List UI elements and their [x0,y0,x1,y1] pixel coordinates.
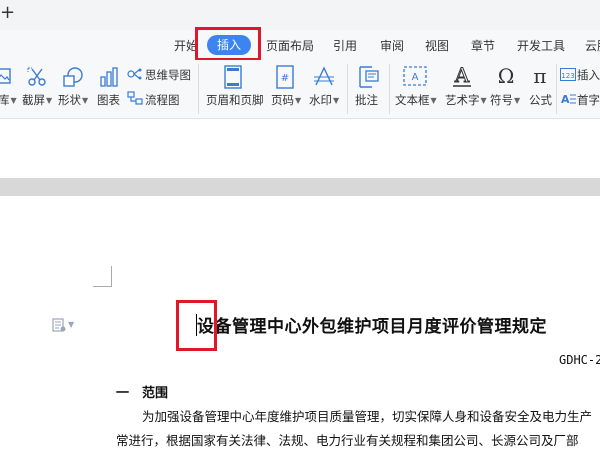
comment-label: 批注 [355,93,378,107]
watermark-icon [314,66,334,86]
svg-text:A: A [454,64,470,87]
chart-label: 图表 [97,93,120,107]
insert-tab-highlight [195,27,261,61]
document-title[interactable]: 设备管理中心外包维护项目月度评价管理规定 [197,312,547,337]
flowchart-icon [127,91,143,105]
mindmap-icon [127,68,142,80]
omega-icon: Ω [498,64,515,88]
title-strip [0,0,600,30]
tab-page-layout[interactable]: 页面布局 [266,38,314,54]
chevron-down-icon: ▼ [514,96,521,105]
svg-text:Ω: Ω [498,64,515,88]
shape-library-label: 库 [0,93,10,107]
watermark-label: 水印 [309,93,332,107]
tab-developer[interactable]: 开发工具 [517,38,565,54]
svg-text:#: # [281,73,289,84]
paragraph-line[interactable]: 为加强设备管理中心年度维护项目质量管理，切实保障人身和设备安全及电力生产 [142,406,592,425]
chevron-down-icon: ▼ [333,96,340,105]
paragraph-layout-icon[interactable] [52,318,66,332]
chevron-down-icon[interactable]: ▼ [68,320,74,329]
section-number[interactable]: 一 [116,382,129,401]
tab-view[interactable]: 视图 [425,38,449,54]
chevron-down-icon: ▼ [295,96,302,105]
section-title[interactable]: 范围 [142,382,168,401]
divider [198,64,199,114]
wordart-icon: A [453,64,471,88]
insert-number-label: 插入 [577,68,600,82]
page-number-icon: # [276,65,294,89]
previous-page-bottom [0,119,600,179]
svg-text:A: A [412,72,419,83]
divider [389,64,390,114]
chevron-down-icon: ▼ [46,96,53,105]
tab-references[interactable]: 引用 [333,38,357,54]
pi-icon: π [533,64,546,88]
formula-label: 公式 [529,93,552,107]
new-tab-button[interactable]: + [0,2,15,24]
svg-text:123: 123 [561,72,574,80]
tab-review[interactable]: 审阅 [380,38,404,54]
mindmap-label: 思维导图 [145,68,191,82]
chevron-down-icon: ▼ [10,96,17,105]
shapes-icon [63,67,83,87]
wordart-label: 艺术字 [445,93,480,107]
chevron-down-icon: ▼ [480,96,487,105]
bar-chart-icon [100,67,118,87]
divider [347,64,348,114]
tab-chapter[interactable]: 章节 [471,38,495,54]
scissors-icon [27,67,46,86]
chevron-down-icon: ▼ [82,96,89,105]
chevron-down-icon: ▼ [430,96,437,105]
shapes-label: 形状 [58,93,81,107]
header-footer-label: 页眉和页脚 [206,93,264,107]
page-number-label: 页码 [271,93,294,107]
textbox-label: 文本框 [395,93,430,107]
divider [556,64,557,114]
page-gap [0,178,600,196]
tab-cloud[interactable]: 云服 [585,38,600,54]
symbol-label: 符号 [490,93,513,107]
page-margin-corner-mark [93,266,112,287]
document-number[interactable]: GDHC-2 [559,353,600,367]
flowchart-label: 流程图 [145,93,180,107]
dropcap-icon: A [561,93,576,105]
svg-text:A: A [561,93,570,105]
header-footer-icon [224,65,242,89]
textbox-icon: A [403,66,427,86]
comment-icon [359,66,379,88]
cursor-highlight [176,300,217,351]
screenshot-label: 截屏 [22,93,45,107]
picture-icon [0,68,11,84]
dropcap-label: 首字 [577,93,600,107]
svg-text:π: π [533,64,546,88]
number-icon: 123 [560,68,576,81]
paragraph-line[interactable]: 常进行，根据国家有关法律、法规、电力行业有关规程和集团公司、长源公司及厂部 [116,430,579,449]
